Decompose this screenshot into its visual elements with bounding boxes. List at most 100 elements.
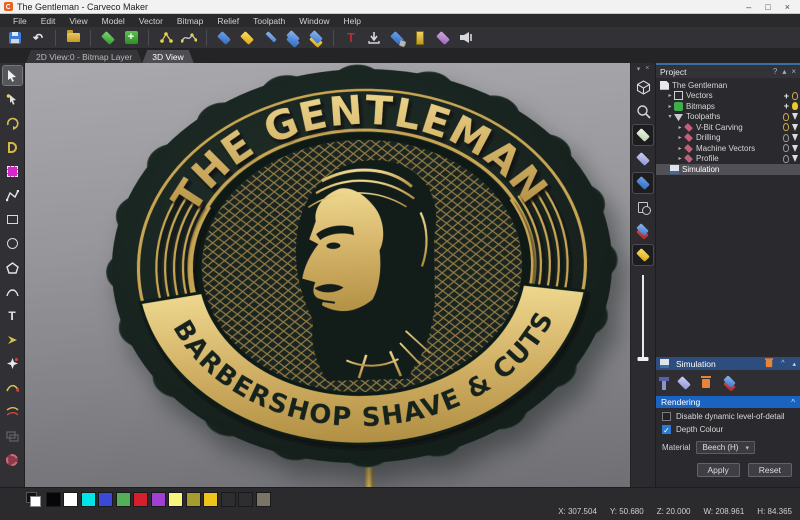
apply-button[interactable]: Apply: [697, 463, 740, 477]
menu-vector[interactable]: Vector: [132, 16, 170, 26]
tree-item-drilling[interactable]: ▸ Drilling: [656, 133, 800, 144]
caret-right-icon[interactable]: ▸: [676, 134, 684, 141]
deposit-diamond-icon[interactable]: [722, 376, 738, 390]
palette-swatch[interactable]: [46, 492, 61, 507]
caret-down-icon[interactable]: ▾: [666, 113, 674, 120]
visibility-bulb-icon[interactable]: [783, 123, 789, 131]
reset-button[interactable]: Reset: [748, 463, 792, 477]
trash-icon[interactable]: [702, 379, 710, 388]
node-edit-tool-button[interactable]: [3, 90, 22, 109]
palette-swatch[interactable]: [238, 492, 253, 507]
simulation-time-button[interactable]: [633, 197, 653, 217]
tree-item-root[interactable]: The Gentleman: [656, 80, 800, 91]
import-button[interactable]: [365, 29, 383, 47]
menu-edit[interactable]: Edit: [34, 16, 63, 26]
add-icon[interactable]: +: [784, 102, 789, 110]
slider-knob[interactable]: [638, 357, 649, 361]
add-icon[interactable]: +: [784, 92, 789, 100]
caret-right-icon[interactable]: ▸: [666, 103, 674, 110]
undo-button[interactable]: ↶: [29, 29, 47, 47]
relief-lock-button[interactable]: [238, 29, 256, 47]
tree-item-profile[interactable]: ▸ Profile: [656, 154, 800, 165]
menu-relief[interactable]: Relief: [210, 16, 246, 26]
tree-item-vectors[interactable]: ▸ Vectors +: [656, 91, 800, 102]
palette-swatch[interactable]: [203, 492, 218, 507]
simulate-toolpath-icon[interactable]: [662, 377, 666, 390]
relief-layers-button[interactable]: [284, 29, 302, 47]
relief-smooth-toggle[interactable]: [633, 149, 653, 169]
mill-tool-button[interactable]: [3, 450, 22, 469]
tree-item-vbit-carving[interactable]: ▸ V-Bit Carving: [656, 122, 800, 133]
add-relief-button[interactable]: +: [122, 29, 140, 47]
menu-view[interactable]: View: [62, 16, 94, 26]
relief-diamond-icon[interactable]: [677, 376, 691, 390]
lod-checkbox[interactable]: [662, 412, 671, 421]
relief-smooth-button[interactable]: [215, 29, 233, 47]
fit-curve-button[interactable]: [180, 29, 198, 47]
pin-icon[interactable]: ▴: [782, 67, 786, 76]
option-lod[interactable]: Disable dynamic level-of-detail: [656, 408, 800, 421]
two-rail-sweep-button[interactable]: [3, 402, 22, 421]
swap-colors-icon[interactable]: [26, 492, 41, 507]
transform-tool-button[interactable]: [3, 114, 22, 133]
drill-bit-icon[interactable]: [792, 113, 798, 120]
menu-help[interactable]: Help: [336, 16, 367, 26]
rendering-section-header[interactable]: Rendering ^: [656, 396, 800, 408]
caret-right-icon[interactable]: ▸: [666, 92, 674, 99]
maximize-button[interactable]: □: [765, 1, 770, 13]
collet-button[interactable]: [411, 29, 429, 47]
text-tool-button[interactable]: T: [342, 29, 360, 47]
vector-offset-tool-button[interactable]: [3, 330, 22, 349]
text-vector-tool-button[interactable]: T: [3, 306, 22, 325]
polyline-tool-button[interactable]: [3, 186, 22, 205]
toolpath-preview-toggle[interactable]: [633, 173, 653, 193]
panel-close-icon[interactable]: ×: [791, 67, 796, 76]
minimize-button[interactable]: –: [746, 1, 751, 13]
visibility-bulb-icon[interactable]: [783, 134, 789, 142]
palette-swatch[interactable]: [168, 492, 183, 507]
delete-simulation-icon[interactable]: [766, 360, 772, 367]
tree-item-toolpaths[interactable]: ▾ Toolpaths: [656, 112, 800, 123]
visibility-bulb-icon[interactable]: [783, 155, 789, 163]
polygon-tool-button[interactable]: [3, 258, 22, 277]
tab-3d-view[interactable]: 3D View: [142, 50, 194, 63]
panel-close-icon[interactable]: ×: [645, 65, 649, 72]
visibility-bulb-icon[interactable]: [783, 113, 789, 121]
zoom-tool-button[interactable]: [633, 101, 653, 121]
collapse-up-icon[interactable]: ^: [781, 360, 784, 367]
caret-right-icon[interactable]: ▸: [676, 124, 684, 131]
dock-icon[interactable]: ▴: [792, 360, 796, 368]
isometric-view-button[interactable]: [633, 77, 653, 97]
tree-item-bitmaps[interactable]: ▸ Bitmaps +: [656, 101, 800, 112]
extrude-tool-button[interactable]: [3, 426, 22, 445]
material-block-toggle[interactable]: [633, 221, 653, 241]
caret-right-icon[interactable]: ▸: [676, 155, 684, 162]
3d-viewport[interactable]: BARBERSHOP SHAVE & CUTS THE GENTLEMAN: [25, 63, 630, 487]
palette-swatch[interactable]: [63, 492, 78, 507]
depth-colour-checkbox[interactable]: ✓: [662, 425, 671, 434]
visibility-bulb-icon[interactable]: [783, 144, 789, 152]
sweep-tool-button[interactable]: [3, 378, 22, 397]
palette-swatch[interactable]: [81, 492, 96, 507]
save-button[interactable]: [6, 29, 24, 47]
drill-bit-icon[interactable]: [792, 134, 798, 141]
palette-swatch[interactable]: [98, 492, 113, 507]
new-model-button[interactable]: [99, 29, 117, 47]
export-button[interactable]: [457, 29, 475, 47]
drill-bit-icon[interactable]: [792, 124, 798, 131]
palette-swatch[interactable]: [256, 492, 271, 507]
tab-2d-view[interactable]: 2D View:0 - Bitmap Layer: [26, 50, 142, 63]
node-editing-button[interactable]: [157, 29, 175, 47]
detail-slider[interactable]: [631, 275, 655, 365]
circle-tool-button[interactable]: [3, 234, 22, 253]
drill-bit-icon[interactable]: [792, 155, 798, 162]
palette-swatch[interactable]: [221, 492, 236, 507]
palette-swatch[interactable]: [186, 492, 201, 507]
visibility-bulb-icon[interactable]: [792, 92, 798, 100]
toolpath-calc-button[interactable]: [388, 29, 406, 47]
arc-tool-button[interactable]: [3, 282, 22, 301]
palette-swatch[interactable]: [133, 492, 148, 507]
relief-half-button[interactable]: [261, 29, 279, 47]
tree-item-machine-vectors[interactable]: ▸ Machine Vectors: [656, 143, 800, 154]
close-button[interactable]: ×: [785, 1, 790, 13]
